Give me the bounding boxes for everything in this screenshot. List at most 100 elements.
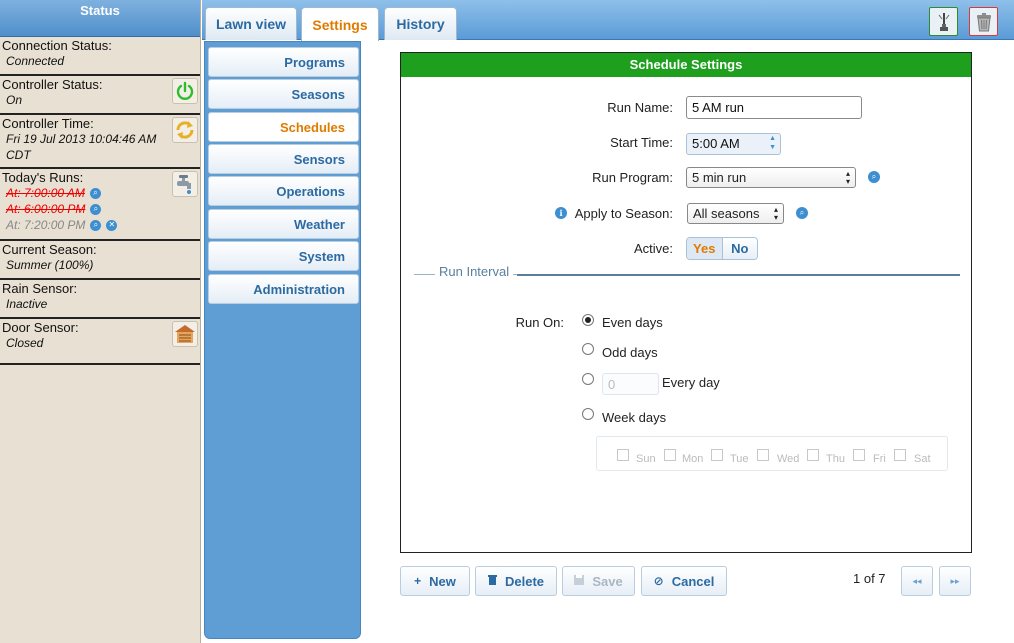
spinner-arrows-icon[interactable]: ▲ ▼ bbox=[769, 134, 776, 152]
run-item: At: 6:00:00 PM ⌕ bbox=[2, 201, 198, 217]
delete-button[interactable]: Delete bbox=[475, 566, 557, 596]
nav-system[interactable]: System bbox=[208, 241, 359, 271]
select-arrows-icon: ▴ ▾ bbox=[845, 168, 850, 186]
nav-schedules[interactable]: Schedules bbox=[208, 112, 359, 142]
apply-season-select[interactable]: All seasons ▴ ▾ bbox=[687, 203, 784, 224]
active-toggle: Yes No bbox=[686, 237, 758, 260]
checkbox-mon[interactable] bbox=[664, 449, 676, 461]
controller-time-label: Controller Time: bbox=[2, 116, 94, 131]
connection-status-label: Connection Status: bbox=[2, 38, 112, 53]
nav-administration[interactable]: Administration bbox=[208, 274, 359, 304]
radio-every-day[interactable] bbox=[582, 373, 594, 385]
panel-title: Schedule Settings bbox=[401, 53, 971, 77]
checkbox-fri[interactable] bbox=[853, 449, 865, 461]
cancel-icon: ⊘ bbox=[653, 574, 664, 588]
week-days-label: Week days bbox=[602, 410, 667, 425]
radio-week-days[interactable] bbox=[582, 408, 594, 420]
next-page-button[interactable]: ▸▸ bbox=[939, 566, 971, 596]
day-label: Sun bbox=[636, 453, 656, 465]
checkbox-thu[interactable] bbox=[807, 449, 819, 461]
day-label: Thu bbox=[826, 453, 845, 465]
controller-time-value: Fri 19 Jul 2013 10:04:46 AM CDT bbox=[6, 132, 157, 162]
active-no-button[interactable]: No bbox=[722, 238, 757, 259]
tab-settings[interactable]: Settings bbox=[301, 7, 379, 41]
run-time: At: 7:20:00 PM bbox=[6, 218, 86, 232]
controller-status-label: Controller Status: bbox=[2, 77, 103, 92]
start-time-label: Start Time: bbox=[610, 135, 673, 150]
status-sidebar: Status Connection Status: Connected Cont… bbox=[0, 0, 201, 643]
run-item: At: 7:00:00 AM ⌕ bbox=[2, 185, 198, 201]
cancel-button[interactable]: ⊘ Cancel bbox=[641, 566, 727, 596]
delete-button-label: Delete bbox=[504, 573, 545, 589]
refresh-icon[interactable] bbox=[172, 117, 198, 143]
todays-runs-label: Today's Runs: bbox=[2, 170, 84, 185]
radio-odd-days[interactable] bbox=[582, 343, 594, 355]
save-button[interactable]: Save bbox=[562, 566, 635, 596]
start-time-spinner[interactable]: 5:00 AM ▲ ▼ bbox=[686, 133, 781, 155]
trash-icon bbox=[487, 574, 497, 588]
schedule-settings-panel: Schedule Settings Run Name: Start Time: … bbox=[400, 52, 972, 553]
rain-sensor-value: Inactive bbox=[6, 297, 48, 311]
rain-sensor: Rain Sensor: Inactive bbox=[0, 280, 200, 319]
garage-icon[interactable] bbox=[172, 321, 198, 347]
run-program-label: Run Program: bbox=[592, 170, 673, 185]
nav-operations[interactable]: Operations bbox=[208, 176, 359, 206]
tab-lawn-view[interactable]: Lawn view bbox=[205, 7, 297, 40]
status-title: Status bbox=[0, 0, 200, 37]
day-label: Wed bbox=[777, 453, 800, 465]
run-name-label: Run Name: bbox=[607, 100, 673, 115]
run-time: At: 7:00:00 AM bbox=[6, 186, 85, 200]
checkbox-wed[interactable] bbox=[757, 449, 769, 461]
tab-history[interactable]: History bbox=[384, 7, 457, 40]
faucet-icon[interactable] bbox=[172, 171, 198, 197]
program-details-icon[interactable]: ⌕ bbox=[868, 171, 880, 183]
power-icon[interactable] bbox=[172, 78, 198, 104]
cancel-button-label: Cancel bbox=[671, 573, 715, 589]
details-icon[interactable]: ⌕ bbox=[89, 187, 101, 199]
select-arrows-icon: ▴ ▾ bbox=[773, 204, 778, 222]
details-icon[interactable]: ⌕ bbox=[90, 219, 102, 231]
radio-even-days[interactable] bbox=[582, 314, 594, 326]
door-sensor: Door Sensor: Closed bbox=[0, 319, 200, 365]
connection-status-value: Connected bbox=[6, 54, 65, 68]
run-program-select[interactable]: 5 min run ▴ ▾ bbox=[686, 167, 856, 188]
trash-button[interactable] bbox=[969, 7, 998, 36]
checkbox-sun[interactable] bbox=[617, 449, 629, 461]
details-icon[interactable]: ⌕ bbox=[90, 203, 102, 215]
prev-page-button[interactable]: ◂◂ bbox=[901, 566, 933, 596]
settings-nav: Programs Seasons Schedules Sensors Opera… bbox=[204, 41, 361, 639]
new-button-label: New bbox=[429, 573, 456, 589]
active-label: Active: bbox=[633, 241, 673, 256]
run-interval-divider-right bbox=[517, 274, 960, 276]
every-day-input[interactable] bbox=[602, 373, 659, 395]
connection-status: Connection Status: Connected bbox=[0, 37, 200, 76]
sprinkler-button[interactable] bbox=[929, 7, 958, 36]
new-button[interactable]: + New bbox=[400, 566, 470, 596]
start-time-value: 5:00 AM bbox=[692, 136, 740, 151]
even-days-label: Even days bbox=[602, 315, 663, 330]
apply-season-value: All seasons bbox=[693, 206, 760, 221]
nav-seasons[interactable]: Seasons bbox=[208, 79, 359, 109]
checkbox-tue[interactable] bbox=[711, 449, 723, 461]
nav-weather[interactable]: Weather bbox=[208, 209, 359, 239]
run-name-input[interactable] bbox=[686, 96, 862, 119]
door-sensor-label: Door Sensor: bbox=[2, 320, 79, 335]
cancel-run-icon[interactable]: ✕ bbox=[106, 219, 118, 231]
run-time: At: 6:00:00 PM bbox=[6, 202, 86, 216]
checkbox-sat[interactable] bbox=[894, 449, 906, 461]
run-item: At: 7:20:00 PM ⌕ ✕ bbox=[2, 217, 198, 233]
controller-status: Controller Status: On bbox=[0, 76, 200, 115]
run-program-value: 5 min run bbox=[692, 170, 747, 185]
every-day-label: Every day bbox=[662, 375, 720, 390]
active-yes-button[interactable]: Yes bbox=[687, 238, 723, 259]
run-interval-legend: Run Interval bbox=[435, 264, 514, 279]
odd-days-label: Odd days bbox=[602, 345, 658, 360]
controller-status-value: On bbox=[6, 93, 23, 107]
plus-icon: + bbox=[414, 574, 422, 588]
tab-bar: Lawn view Settings History bbox=[202, 0, 1014, 41]
day-label: Mon bbox=[682, 453, 704, 465]
nav-sensors[interactable]: Sensors bbox=[208, 144, 359, 174]
season-details-icon[interactable]: ⌕ bbox=[796, 207, 808, 219]
nav-programs[interactable]: Programs bbox=[208, 47, 359, 77]
current-season: Current Season: Summer (100%) bbox=[0, 241, 200, 280]
